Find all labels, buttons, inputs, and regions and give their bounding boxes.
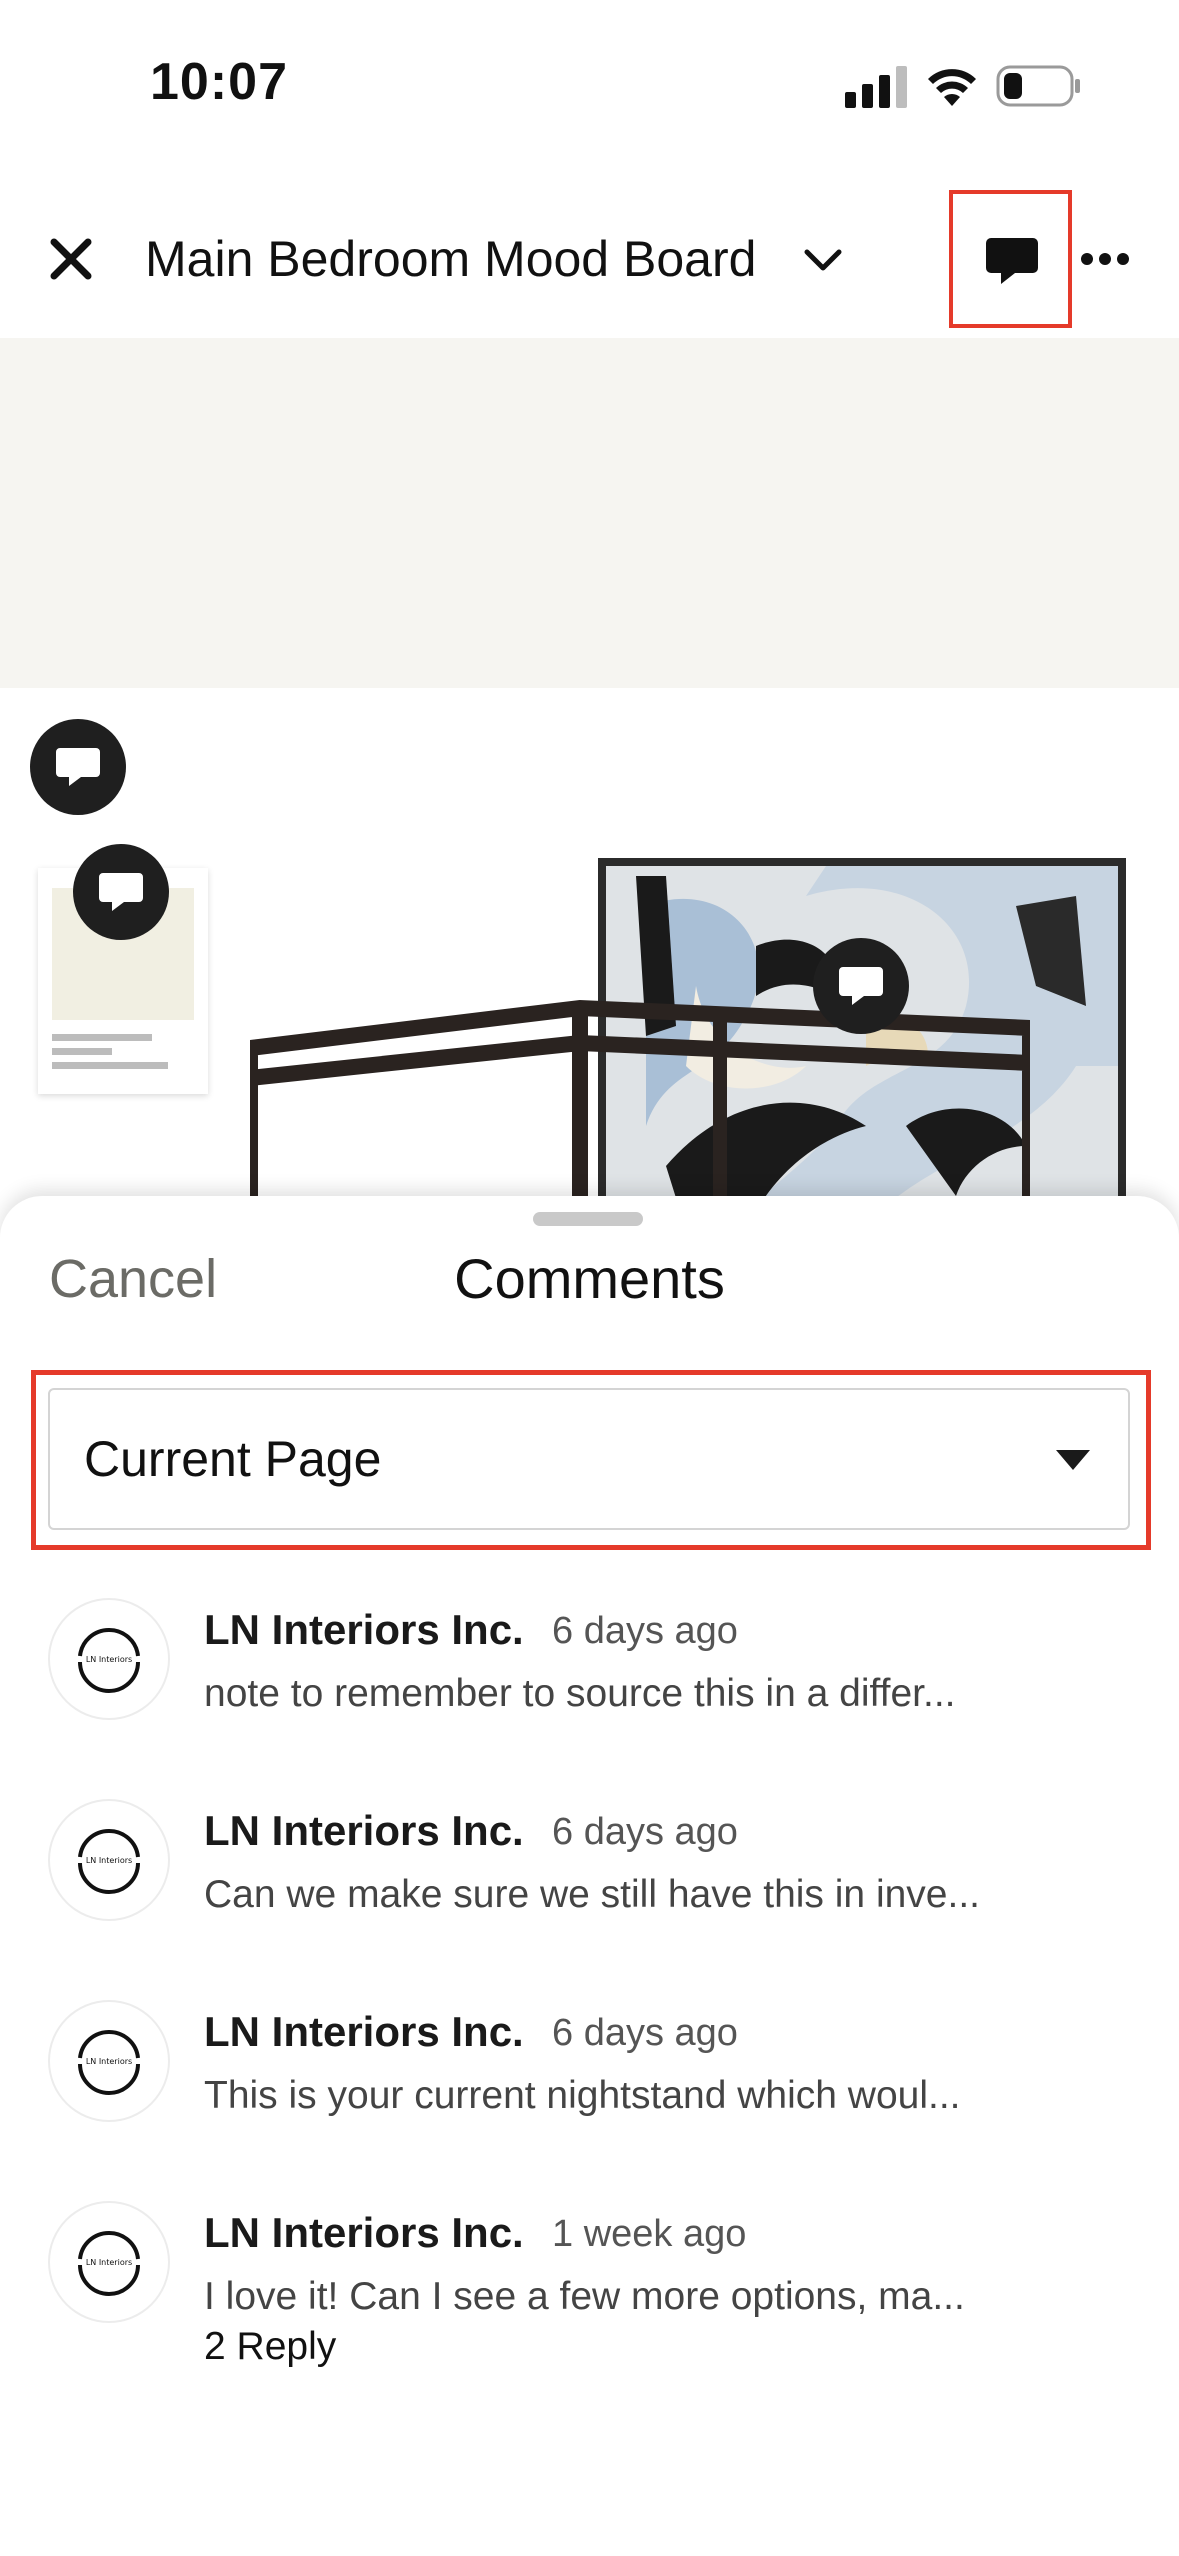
close-icon[interactable] (48, 236, 94, 282)
swatch-text-line (52, 1034, 152, 1041)
ln-interiors-logo: LN Interiors (78, 1627, 140, 1693)
comment-item[interactable]: LN Interiors LN Interiors Inc. 6 days ag… (0, 1594, 1179, 1764)
avatar: LN Interiors (50, 2203, 168, 2321)
ln-interiors-logo: LN Interiors (78, 2230, 140, 2296)
board-canvas-header-area (0, 338, 1179, 688)
swatch-text-line (52, 1048, 112, 1055)
battery-icon (996, 65, 1080, 107)
board-canvas[interactable] (0, 688, 1179, 1208)
comment-item[interactable]: LN Interiors LN Interiors Inc. 1 week ag… (0, 2197, 1179, 2369)
comment-filter-dropdown[interactable]: Current Page (48, 1388, 1130, 1530)
svg-text:LN Interiors: LN Interiors (86, 2258, 132, 2267)
avatar: LN Interiors (50, 1801, 168, 1919)
comment-timestamp: 1 week ago (552, 2213, 747, 2255)
comment-pin[interactable] (30, 719, 126, 815)
comments-button[interactable] (949, 190, 1072, 328)
comment-pin[interactable] (73, 844, 169, 940)
svg-text:LN Interiors: LN Interiors (86, 1856, 132, 1865)
swatch-text-line (52, 1062, 168, 1069)
wifi-icon (928, 69, 976, 106)
chevron-down-icon[interactable] (803, 246, 843, 276)
comment-icon (986, 238, 1038, 284)
ln-interiors-logo: LN Interiors (78, 2029, 140, 2095)
status-time: 10:07 (150, 53, 288, 111)
reply-count-link[interactable]: 2 Reply (204, 2325, 336, 2369)
board-title[interactable]: Main Bedroom Mood Board (145, 230, 756, 288)
avatar: LN Interiors (50, 2002, 168, 2120)
comment-author: LN Interiors Inc. (204, 1807, 524, 1854)
comment-timestamp: 6 days ago (552, 2012, 738, 2054)
comment-pin[interactable] (813, 938, 909, 1034)
comments-sheet: Cancel Comments Current Page LN Interior… (0, 1196, 1179, 2556)
comment-author: LN Interiors Inc. (204, 2008, 524, 2055)
comment-text: I love it! Can I see a few more options,… (204, 2275, 965, 2318)
svg-text:LN Interiors: LN Interiors (86, 2057, 132, 2066)
cellular-signal-icon (845, 66, 907, 108)
comment-icon (839, 967, 883, 1005)
bed-frame-image[interactable] (250, 968, 1030, 1208)
comment-author: LN Interiors Inc. (204, 2209, 524, 2256)
svg-text:LN Interiors: LN Interiors (86, 1655, 132, 1664)
sheet-title: Comments (454, 1247, 725, 1310)
comment-item[interactable]: LN Interiors LN Interiors Inc. 6 days ag… (0, 1996, 1179, 2166)
comment-timestamp: 6 days ago (552, 1610, 738, 1652)
ln-interiors-logo: LN Interiors (78, 1828, 140, 1894)
comment-timestamp: 6 days ago (552, 1811, 738, 1853)
comment-item[interactable]: LN Interiors LN Interiors Inc. 6 days ag… (0, 1795, 1179, 1965)
avatar: LN Interiors (50, 1600, 168, 1718)
comment-text: Can we make sure we still have this in i… (204, 1873, 981, 1916)
sheet-grabber-handle[interactable] (533, 1212, 643, 1226)
comment-author: LN Interiors Inc. (204, 1606, 524, 1653)
status-bar: 10:07 (0, 0, 1179, 150)
top-navigation-bar: Main Bedroom Mood Board (0, 160, 1179, 338)
comment-icon (56, 748, 100, 786)
filter-selected-value: Current Page (84, 1431, 382, 1487)
comment-icon (99, 873, 143, 911)
comment-text: This is your current nightstand which wo… (204, 2074, 961, 2117)
comment-text: note to remember to source this in a dif… (204, 1672, 956, 1715)
caret-down-icon (1056, 1450, 1090, 1470)
more-options-icon[interactable] (1080, 252, 1130, 266)
